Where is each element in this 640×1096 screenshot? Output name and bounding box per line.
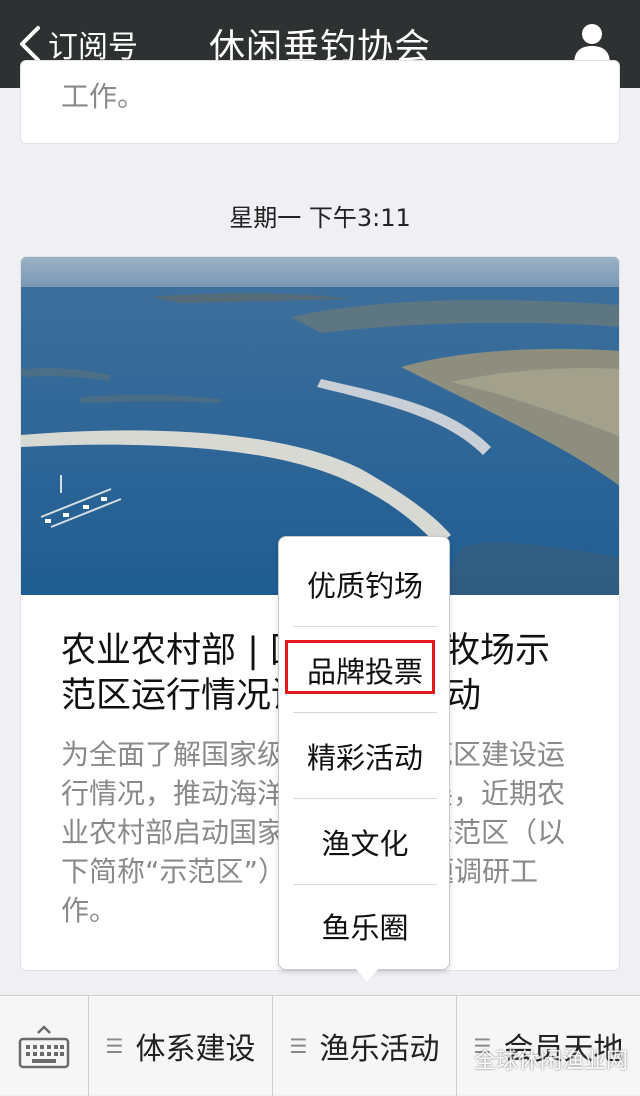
submenu-item-featured-events[interactable]: 精彩活动 — [293, 713, 437, 799]
menu-lines-icon: ☰ — [289, 1034, 308, 1058]
bottom-menu-bar: ☰ 体系建设 ☰ 渔乐活动 ☰ 会员天地 全球休闲渔业网 — [0, 995, 640, 1096]
keyboard-toggle-button[interactable] — [0, 996, 88, 1096]
menu-tab-fishing-activities[interactable]: ☰ 渔乐活动 — [273, 996, 456, 1096]
menu-tab-label: 渔乐活动 — [319, 1032, 440, 1067]
previous-article-card[interactable]: 工作。 — [20, 60, 620, 144]
submenu-item-fishing-culture[interactable]: 渔文化 — [293, 799, 437, 885]
highlight-box — [285, 640, 435, 694]
submenu-item-quality-fishing-spots[interactable]: 优质钓场 — [293, 541, 437, 627]
submenu-popup: 优质钓场 品牌投票 精彩活动 渔文化 鱼乐圈 — [278, 536, 450, 970]
menu-lines-icon: ☰ — [105, 1034, 124, 1058]
menu-tab-label: 体系建设 — [135, 1032, 256, 1067]
submenu-item-fishing-circle[interactable]: 鱼乐圈 — [293, 883, 437, 969]
watermark: 全球休闲渔业网 — [473, 1049, 628, 1074]
keyboard-icon — [18, 1025, 70, 1069]
popup-arrow — [355, 968, 379, 982]
message-timestamp: 星期一 下午3:11 — [229, 204, 411, 232]
menu-tab-system-building[interactable]: ☰ 体系建设 — [89, 996, 272, 1096]
previous-article-text: 工作。 — [61, 80, 146, 113]
